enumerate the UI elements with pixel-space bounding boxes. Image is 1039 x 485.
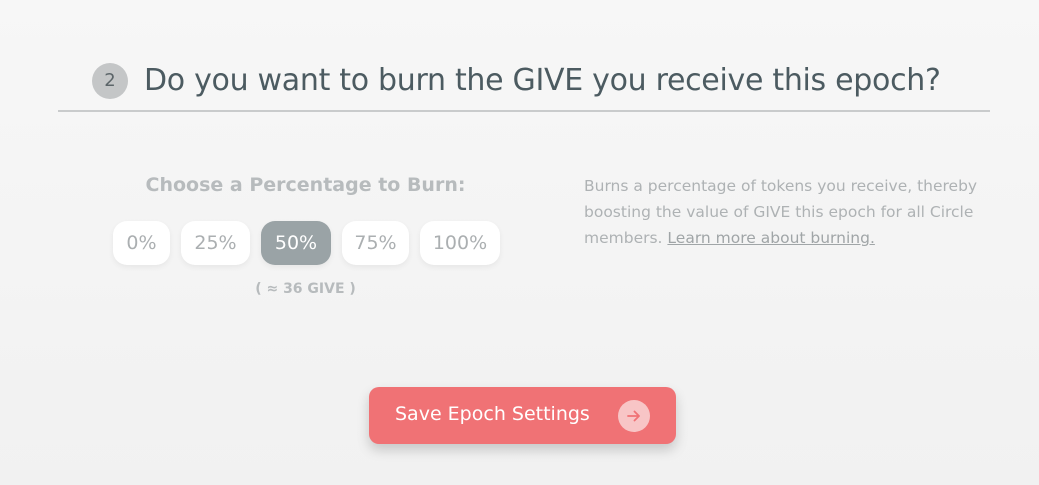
approx-give-amount: ( ≈ 36 GIVE ) [255, 281, 356, 297]
percent-option-100[interactable]: 100% [420, 221, 500, 265]
burn-description: Burns a percentage of tokens you receive… [584, 173, 989, 251]
learn-more-link[interactable]: Learn more about burning. [667, 229, 874, 247]
percent-option-75[interactable]: 75% [342, 221, 409, 265]
save-button-label: Save Epoch Settings [395, 403, 590, 425]
choose-percentage-label: Choose a Percentage to Burn: [145, 174, 466, 196]
step-badge: 2 [92, 63, 128, 99]
percent-option-0[interactable]: 0% [113, 221, 170, 265]
arrow-right-icon [618, 400, 650, 432]
burn-percentage-options: 0% 25% 50% 75% 100% [113, 221, 500, 265]
percent-option-25[interactable]: 25% [181, 221, 250, 265]
section-header: 2 Do you want to burn the GIVE you recei… [58, 58, 990, 112]
save-epoch-settings-button[interactable]: Save Epoch Settings [369, 387, 676, 444]
percent-option-50[interactable]: 50% [261, 221, 331, 265]
section-title: Do you want to burn the GIVE you receive… [144, 63, 941, 98]
